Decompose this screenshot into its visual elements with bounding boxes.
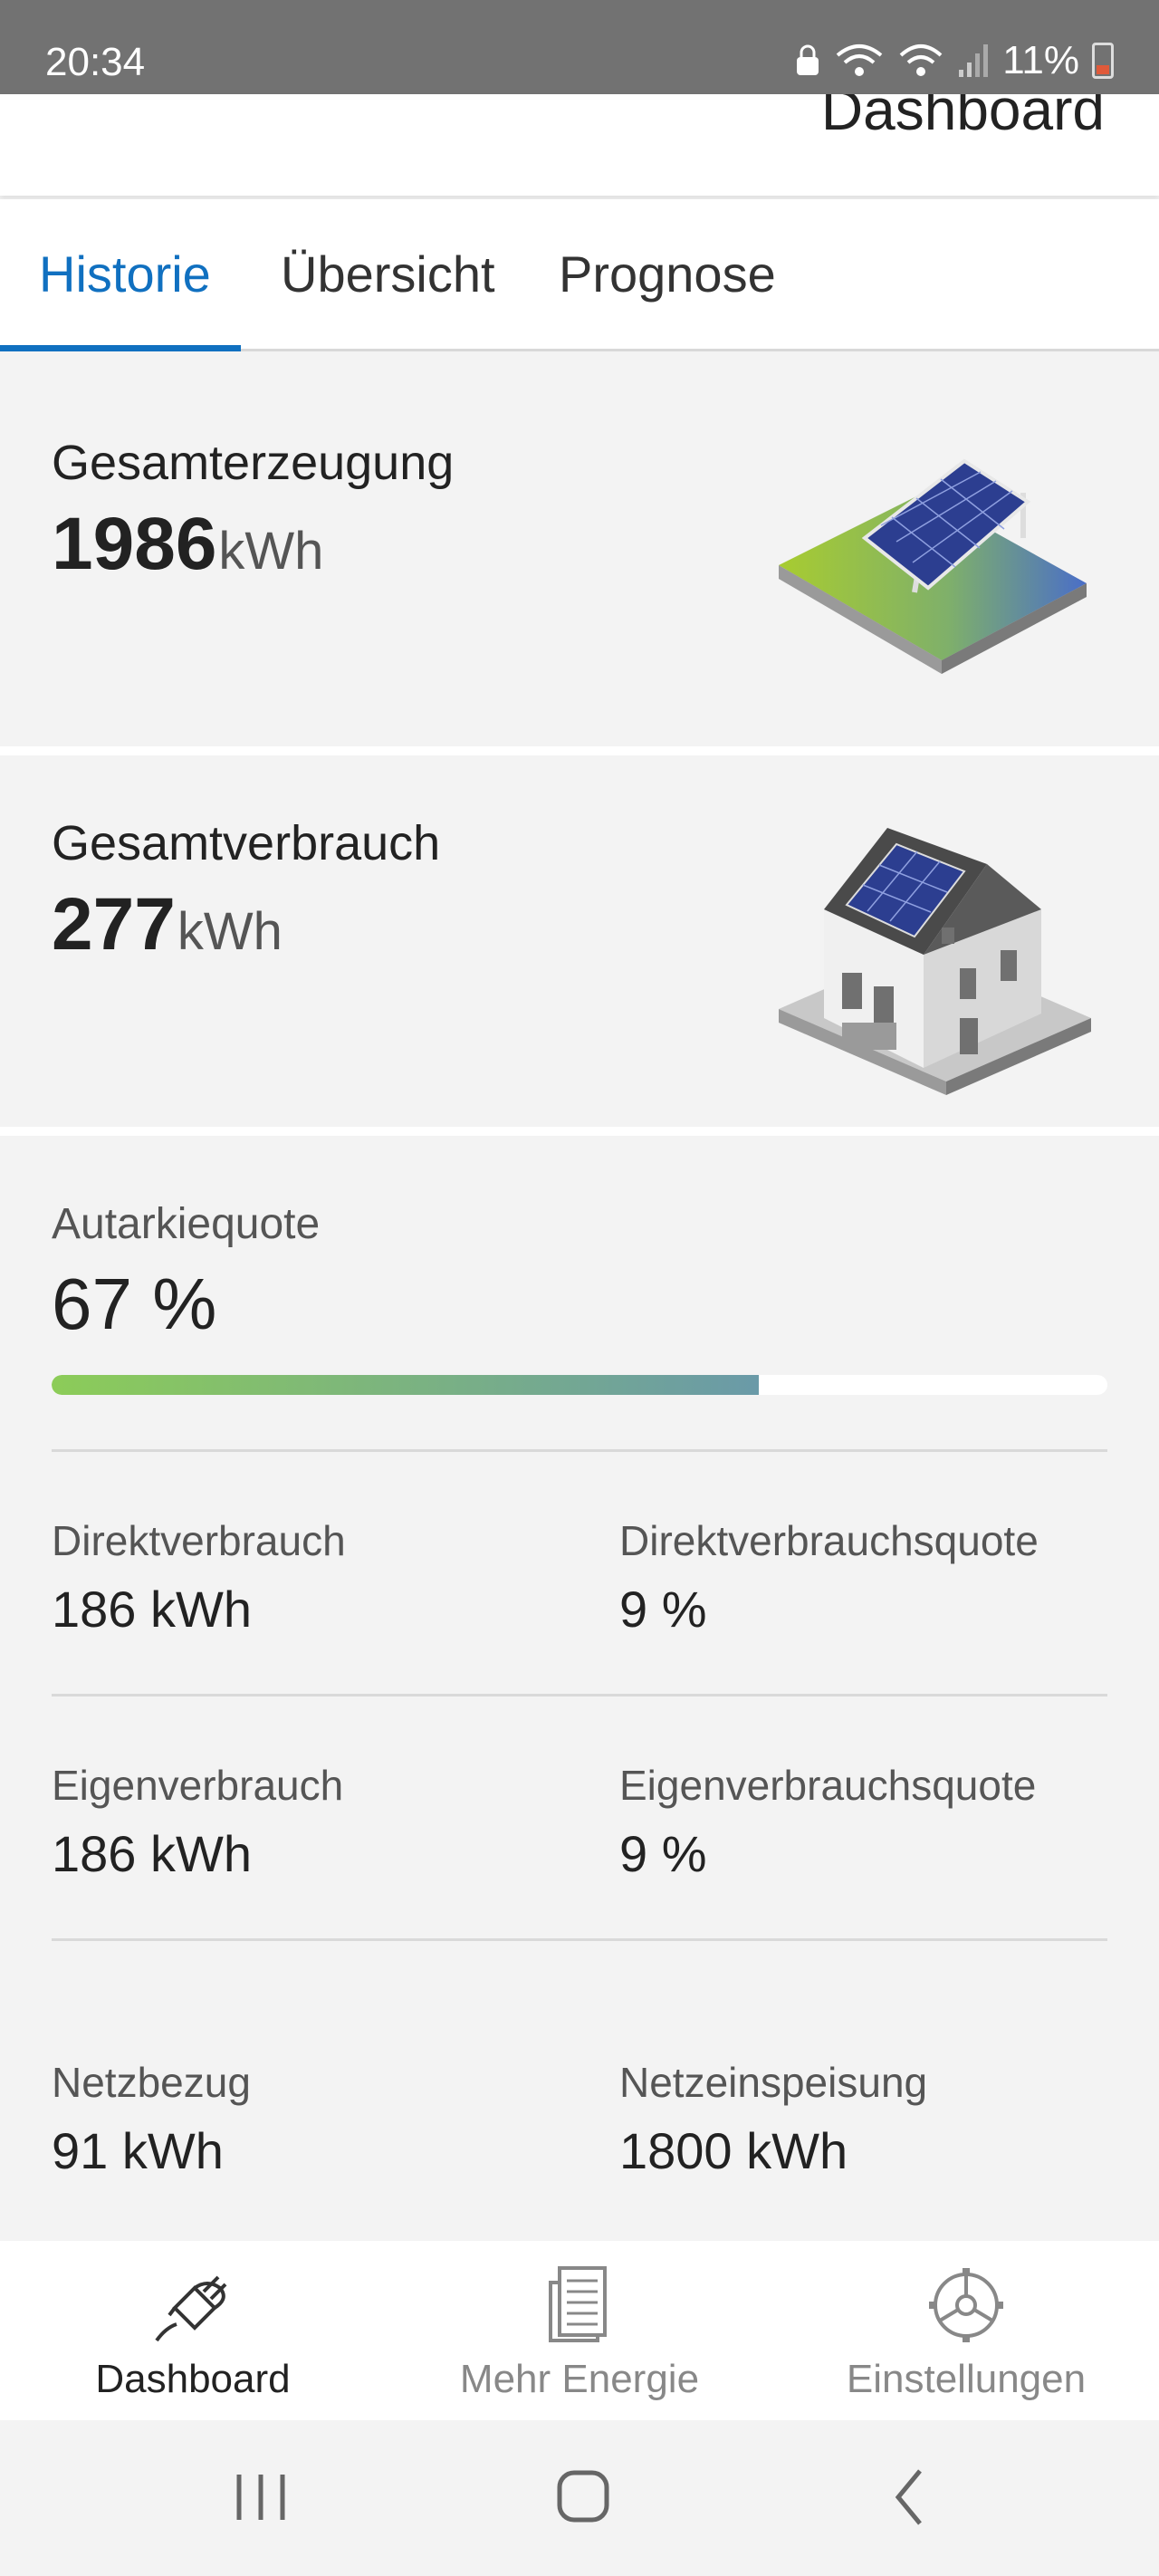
divider [52,1938,1107,1941]
grid-feed-in-value: 1800 kWh [619,2122,848,2179]
card-separator [0,1127,1159,1136]
house-illustration [779,828,1091,1095]
plug-icon [155,2275,227,2342]
autarky-value: 67 % [52,1264,217,1344]
status-time: 20:34 [45,40,146,84]
generation-number: 1986 [52,503,217,585]
lock-icon [797,44,819,75]
card-separator [0,746,1159,755]
status-icons: 11% [794,38,1114,83]
signal-icon [959,44,989,77]
tab-uebersicht[interactable]: Übersicht [281,245,495,303]
autarky-progress-fill [52,1375,760,1395]
consumption-card: Gesamtverbrauch 277 kWh [0,755,1159,1127]
consumption-value: 277 kWh [52,882,283,967]
generation-card: Gesamterzeugung 1986 kWh [0,375,1159,746]
tab-historie[interactable]: Historie [39,245,211,303]
battery-percent: 11% [1002,38,1079,82]
stats-section: Autarkiequote 67 % Direktverbrauch 186 k… [0,1136,1159,2241]
direct-consumption-label: Direktverbrauch [52,1517,346,1564]
tab-prognose[interactable]: Prognose [559,245,776,303]
consumption-number: 277 [52,883,176,966]
nav-dashboard[interactable]: Dashboard [0,2241,386,2420]
bottom-navigation: Dashboard Mehr Energie Einstellungen [0,2241,1159,2420]
system-navigation-bar [0,2420,1159,2576]
solar-panel-illustration [779,458,1087,674]
self-consumption-rate-value: 9 % [619,1825,707,1882]
self-consumption-value: 186 kWh [52,1825,252,1882]
self-consumption-rate-label: Eigenverbrauchsquote [619,1762,1037,1809]
divider [52,1694,1107,1697]
home-icon[interactable] [529,2456,637,2538]
autarky-progress-bar [52,1375,1107,1395]
grid-import-label: Netzbezug [52,2059,251,2106]
consumption-label: Gesamtverbrauch [52,816,441,870]
direct-consumption-rate-label: Direktverbrauchsquote [619,1517,1039,1564]
page-title: Dashboard [820,94,1105,142]
active-tab-indicator [0,345,241,351]
self-consumption-label: Eigenverbrauch [52,1762,344,1809]
autarky-label: Autarkiequote [52,1200,321,1248]
grid-import-value: 91 kWh [52,2122,224,2179]
consumption-unit: kWh [177,902,283,961]
recent-apps-icon[interactable] [206,2456,315,2538]
gear-icon [929,2268,1003,2342]
back-icon[interactable] [855,2456,963,2538]
generation-value: 1986 kWh [52,502,323,587]
status-bar: 20:34 11% [0,0,1159,94]
wifi-call-icon [836,44,883,76]
nav-dashboard-label: Dashboard [95,2357,291,2401]
divider [52,1449,1107,1452]
direct-consumption-rate-value: 9 % [619,1581,707,1638]
grid-feed-in-label: Netzeinspeisung [619,2059,928,2106]
wifi-icon [899,44,943,76]
nav-einstellungen[interactable]: Einstellungen [773,2241,1159,2420]
nav-einstellungen-label: Einstellungen [846,2357,1087,2401]
nav-mehr-energie-label: Mehr Energie [459,2357,700,2401]
generation-unit: kWh [218,522,324,581]
direct-consumption-value: 186 kWh [52,1581,252,1638]
newspaper-icon [549,2266,607,2342]
tab-bar: Historie Übersicht Prognose [0,199,1159,351]
generation-label: Gesamterzeugung [52,436,455,490]
app-header: Dashboard [0,94,1159,196]
battery-icon [1092,43,1114,79]
nav-mehr-energie[interactable]: Mehr Energie [387,2241,772,2420]
